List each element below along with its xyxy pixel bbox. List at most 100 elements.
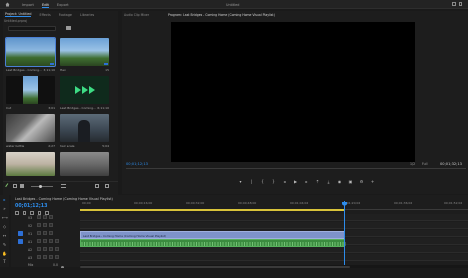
trash-icon[interactable] [105, 184, 109, 188]
track-header-a1: A1 [15, 238, 77, 245]
media-thumb-3[interactable] [60, 76, 109, 104]
slip-tool-icon[interactable]: ↔ [2, 233, 7, 238]
ruler-label: 00;01;04;02 [290, 201, 309, 205]
quick-export-icon[interactable] [452, 2, 456, 6]
go-to-in-icon[interactable]: { [260, 179, 265, 184]
extract-icon[interactable]: ⤓ [326, 179, 331, 184]
solo-icon[interactable] [49, 239, 53, 244]
timeline-ruler[interactable]: 00;00 00;00;16;00 00;00;32;00 00;00;48;0… [80, 201, 468, 209]
media-duration-1: 15 [105, 68, 109, 72]
menu-edit[interactable]: Edit [42, 3, 49, 8]
ripple-edit-tool-icon[interactable]: ⟷ [2, 215, 8, 220]
new-item-icon[interactable] [95, 184, 99, 188]
sort-icon[interactable] [61, 184, 66, 188]
track-select-tool-icon[interactable]: » [2, 206, 7, 211]
media-thumb-0[interactable] [5, 37, 56, 67]
step-forward-icon[interactable]: ▸ [304, 179, 309, 184]
mark-in-icon[interactable]: ▾ [238, 179, 243, 184]
lock-icon[interactable] [37, 231, 41, 236]
media-thumb-1[interactable] [60, 38, 109, 66]
lift-icon[interactable]: ⤒ [315, 179, 320, 184]
icon-view-icon[interactable] [20, 184, 24, 188]
track-lane-v3[interactable] [80, 214, 468, 221]
mic-icon[interactable] [55, 239, 59, 244]
track-name: V2 [28, 223, 33, 228]
clip-badge-icon [50, 62, 54, 65]
source-patch-v1[interactable] [18, 231, 23, 236]
lock-icon[interactable] [37, 247, 41, 252]
solo-icon[interactable] [49, 247, 53, 252]
mute-icon[interactable] [43, 247, 47, 252]
media-duration-5: 5;04 [102, 144, 109, 148]
mix-value[interactable]: 0.0 [53, 263, 58, 267]
status-bar [0, 268, 468, 278]
go-to-out-icon[interactable]: } [271, 179, 276, 184]
thumbnail-zoom-slider[interactable] [31, 185, 53, 188]
track-name: A1 [28, 239, 33, 244]
menu-import[interactable]: Import [22, 3, 34, 8]
program-playhead-timecode[interactable]: 00;01;12;13 [126, 162, 148, 166]
pen-icon[interactable] [5, 183, 11, 189]
timeline-timecode[interactable]: 00;01;12;13 [15, 204, 47, 209]
mic-icon[interactable] [55, 247, 59, 252]
mark-out-icon[interactable]: | [249, 179, 254, 184]
razor-tool-icon[interactable]: ◇ [2, 224, 7, 229]
comparison-view-icon[interactable]: ▣ [348, 179, 353, 184]
sync-icon[interactable] [43, 231, 47, 236]
fullscreen-icon[interactable] [458, 2, 462, 6]
eye-icon[interactable] [49, 231, 53, 236]
video-clip[interactable]: Last Bridges - Coming Home (Coming Home … [80, 231, 345, 239]
resolution-select[interactable]: Full [422, 162, 427, 166]
mute-icon[interactable] [43, 239, 47, 244]
play-icon[interactable]: ▶ [293, 179, 298, 184]
project-search-input[interactable] [8, 26, 56, 31]
mute-icon[interactable] [43, 255, 47, 260]
media-thumb-6[interactable] [6, 152, 55, 176]
media-thumb-7[interactable] [60, 152, 109, 176]
zoom-fit-select[interactable]: 1/2 [410, 162, 415, 166]
media-thumb-4[interactable] [6, 114, 55, 142]
program-time-ruler[interactable] [126, 168, 466, 169]
media-thumb-5[interactable] [60, 114, 109, 142]
lock-icon[interactable] [37, 223, 41, 228]
eye-icon[interactable] [49, 223, 53, 228]
tab-footage[interactable]: Footage [59, 13, 72, 17]
new-bin-icon[interactable] [66, 26, 71, 31]
track-lane-v2[interactable] [80, 222, 468, 229]
track-header-a2: A2 [15, 246, 77, 253]
type-tool-icon[interactable]: T [2, 259, 7, 264]
mic-icon[interactable] [55, 255, 59, 260]
track-lane-a2[interactable] [80, 246, 468, 253]
list-view-icon[interactable] [13, 184, 17, 188]
audio-clip[interactable] [80, 239, 346, 247]
tab-libraries[interactable]: Libraries [80, 13, 94, 17]
menu-export[interactable]: Export [57, 3, 69, 8]
person-silhouette-image [78, 120, 90, 142]
pen-tool-icon[interactable]: ✎ [2, 242, 7, 247]
tab-effects[interactable]: Effects [39, 13, 50, 17]
home-icon[interactable] [5, 2, 10, 7]
tab-audio-clip-mixer[interactable]: Audio Clip Mixer [124, 13, 149, 17]
export-frame-icon[interactable]: ◉ [337, 179, 342, 184]
sync-icon[interactable] [43, 215, 47, 220]
step-back-icon[interactable]: ◂ [282, 179, 287, 184]
work-area-bar[interactable] [80, 209, 345, 211]
sync-icon[interactable] [43, 223, 47, 228]
track-header-v3: V3 [15, 214, 77, 221]
button-editor-icon[interactable]: + [370, 179, 375, 184]
lock-icon[interactable] [37, 239, 41, 244]
selection-tool-icon[interactable]: ▸ [2, 197, 7, 202]
program-video-frame[interactable] [171, 22, 415, 162]
solo-icon[interactable] [49, 255, 53, 260]
settings-icon[interactable]: ⚙ [359, 179, 364, 184]
tab-program[interactable]: Program: Last Bridges - Coming Home (Com… [168, 13, 275, 17]
hand-tool-icon[interactable]: ✋ [2, 251, 7, 256]
track-lane-a3[interactable] [80, 254, 468, 261]
timeline-playhead[interactable] [344, 201, 345, 265]
source-patch-a1[interactable] [18, 239, 23, 244]
lock-icon[interactable] [37, 215, 41, 220]
tab-project[interactable]: Project: Untitled [5, 12, 31, 17]
lock-icon[interactable] [37, 255, 41, 260]
eye-icon[interactable] [49, 215, 53, 220]
media-thumb-2[interactable] [6, 76, 55, 104]
